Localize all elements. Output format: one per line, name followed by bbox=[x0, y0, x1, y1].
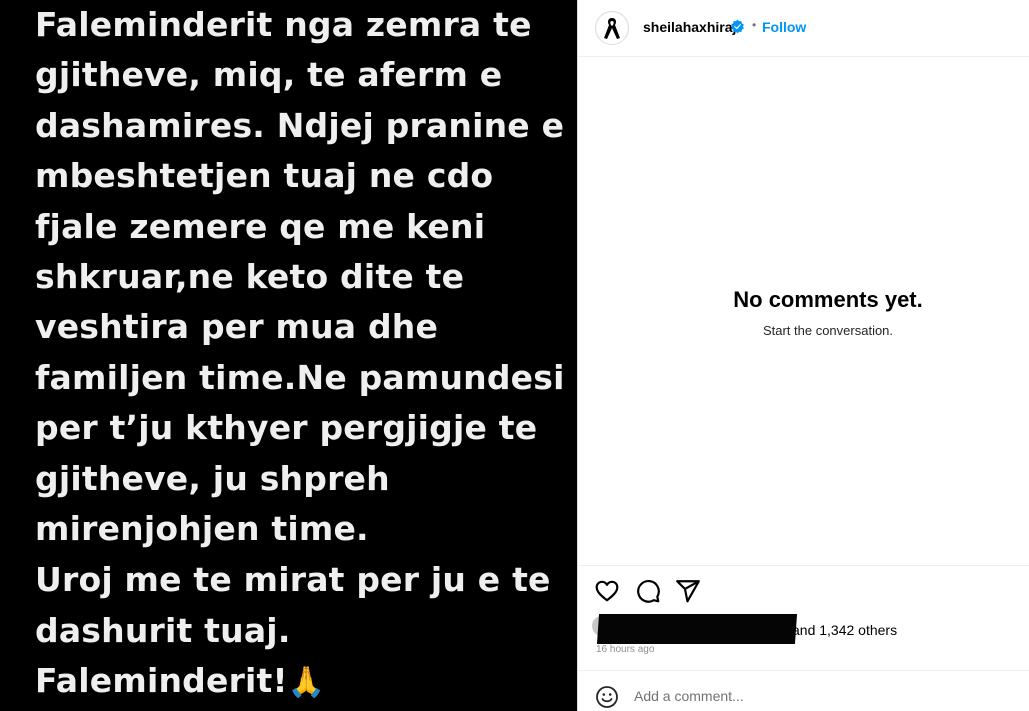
post-text-line: dashurit tuaj. bbox=[35, 610, 291, 650]
post-text-line: gjitheve, ju shpreh bbox=[35, 458, 390, 498]
folded-hands-emoji: 🙏 bbox=[287, 665, 326, 701]
post-timestamp[interactable]: 16 hours ago bbox=[596, 644, 654, 655]
post-text-line: dashamires. Ndjej pranine e bbox=[35, 105, 565, 145]
post-text-line: fjale zemere qe me keni bbox=[35, 206, 486, 246]
post-text-line: familjen time.Ne pamundesi bbox=[35, 357, 565, 397]
comment-icon[interactable] bbox=[635, 578, 661, 604]
likes-others-link[interactable]: and 1,342 others bbox=[792, 622, 897, 638]
heart-icon[interactable] bbox=[594, 578, 620, 604]
post-header: sheilahaxhiraj • Follow bbox=[578, 0, 1029, 57]
separator-dot: • bbox=[752, 18, 757, 32]
post-text-block: Faleminderit nga zemra te gjitheve, miq,… bbox=[35, 0, 575, 706]
emoji-icon[interactable] bbox=[595, 685, 619, 709]
post-text-line: Faleminderit nga zemra te bbox=[35, 5, 532, 44]
post-text-line: gjitheve, miq, te aferm e bbox=[35, 55, 503, 95]
post-text-line: Uroj me te mirat per ju e te bbox=[35, 560, 551, 600]
black-ribbon-icon[interactable] bbox=[595, 11, 629, 45]
username-link[interactable]: sheilahaxhiraj bbox=[643, 19, 736, 35]
add-comment-input[interactable] bbox=[634, 683, 1004, 709]
post-text-line: per t’ju kthyer pergjigje te bbox=[35, 408, 538, 448]
post-side-panel: sheilahaxhiraj • Follow No comments yet.… bbox=[577, 0, 1029, 711]
post-text-line: veshtira per mua dhe bbox=[35, 307, 439, 347]
post-text-last-line: Faleminderit!🙏 bbox=[35, 656, 575, 706]
empty-comments-subtitle: Start the conversation. bbox=[762, 323, 894, 338]
post-text-line: mirenjohjen time. bbox=[35, 508, 369, 548]
post-text-line: Faleminderit! bbox=[35, 661, 288, 701]
post-text-line: shkruar,ne keto dite te bbox=[35, 256, 465, 296]
follow-button[interactable]: Follow bbox=[762, 19, 806, 35]
empty-comments-title: No comments yet. bbox=[733, 287, 923, 312]
verified-badge-icon bbox=[731, 19, 744, 34]
likes-summary: and 1,342 others 16 hours ago bbox=[592, 612, 1022, 660]
divider bbox=[578, 670, 1029, 671]
divider bbox=[578, 565, 1029, 566]
share-icon[interactable] bbox=[675, 578, 701, 604]
redaction-mark bbox=[596, 614, 798, 644]
post-media[interactable]: Faleminderit nga zemra te gjitheve, miq,… bbox=[0, 0, 577, 711]
post-text-line: mbeshtetjen tuaj ne cdo bbox=[35, 156, 494, 196]
empty-comments: No comments yet. Start the conversation. bbox=[578, 287, 1029, 338]
